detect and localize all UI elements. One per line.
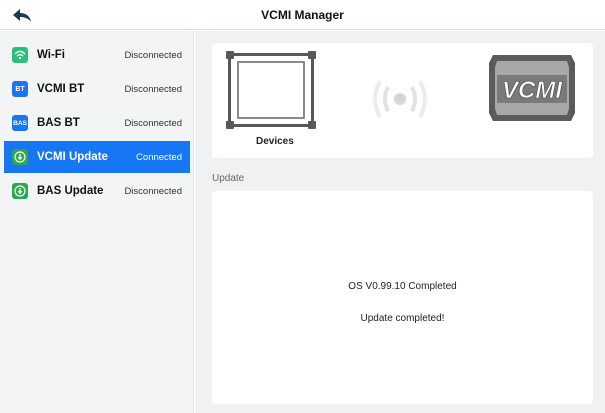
wifi-icon [12, 47, 28, 63]
vcmi-device-icon: VCMI [489, 55, 575, 121]
sidebar-item-label: Wi-Fi [37, 49, 65, 61]
devices-label: Devices [256, 136, 294, 147]
sidebar-item-label: VCMI Update [37, 151, 108, 163]
update-section-label: Update [212, 173, 245, 184]
back-button[interactable] [8, 4, 36, 26]
connection-status: Disconnected [124, 49, 182, 61]
sidebar-item-bas-bt[interactable]: BAS BAS BT Disconnected [4, 107, 190, 139]
bas-bluetooth-icon: BAS [12, 115, 28, 131]
sidebar-item-vcmi-update[interactable]: VCMI Update Connected [4, 141, 190, 173]
bluetooth-bt-icon: BT [12, 81, 28, 97]
device-connection-card: Devices VCMI [212, 43, 593, 158]
top-bar: VCMI Manager [0, 0, 605, 30]
tablet-device-icon [226, 51, 316, 129]
sidebar-item-bas-update[interactable]: BAS Update Disconnected [4, 175, 190, 207]
sidebar-item-wifi[interactable]: Wi-Fi Disconnected [4, 39, 190, 71]
connection-status: Disconnected [124, 185, 182, 197]
vcmi-logo-text: VCMI [502, 77, 563, 104]
connection-status: Disconnected [124, 117, 182, 129]
download-update-icon [12, 149, 28, 165]
connection-status: Connected [136, 151, 182, 163]
update-result-message: Update completed! [360, 313, 445, 324]
os-version-status: OS V0.99.10 Completed [348, 281, 457, 292]
update-status-card: OS V0.99.10 Completed Update completed! [212, 191, 593, 404]
sidebar-item-label: BAS BT [37, 117, 80, 129]
download-update-icon [12, 183, 28, 199]
sidebar-item-vcmi-bt[interactable]: BT VCMI BT Disconnected [4, 73, 190, 105]
connection-status: Disconnected [124, 83, 182, 95]
wireless-signal-icon [373, 80, 427, 118]
sidebar-item-label: BAS Update [37, 185, 104, 197]
page-title: VCMI Manager [261, 8, 344, 22]
back-arrow-icon [13, 9, 31, 22]
sidebar-item-label: VCMI BT [37, 83, 85, 95]
sidebar: Wi-Fi Disconnected BT VCMI BT Disconnect… [0, 31, 194, 413]
main-panel: Devices VCMI Update OS V0.99.10 Complete… [195, 31, 605, 413]
